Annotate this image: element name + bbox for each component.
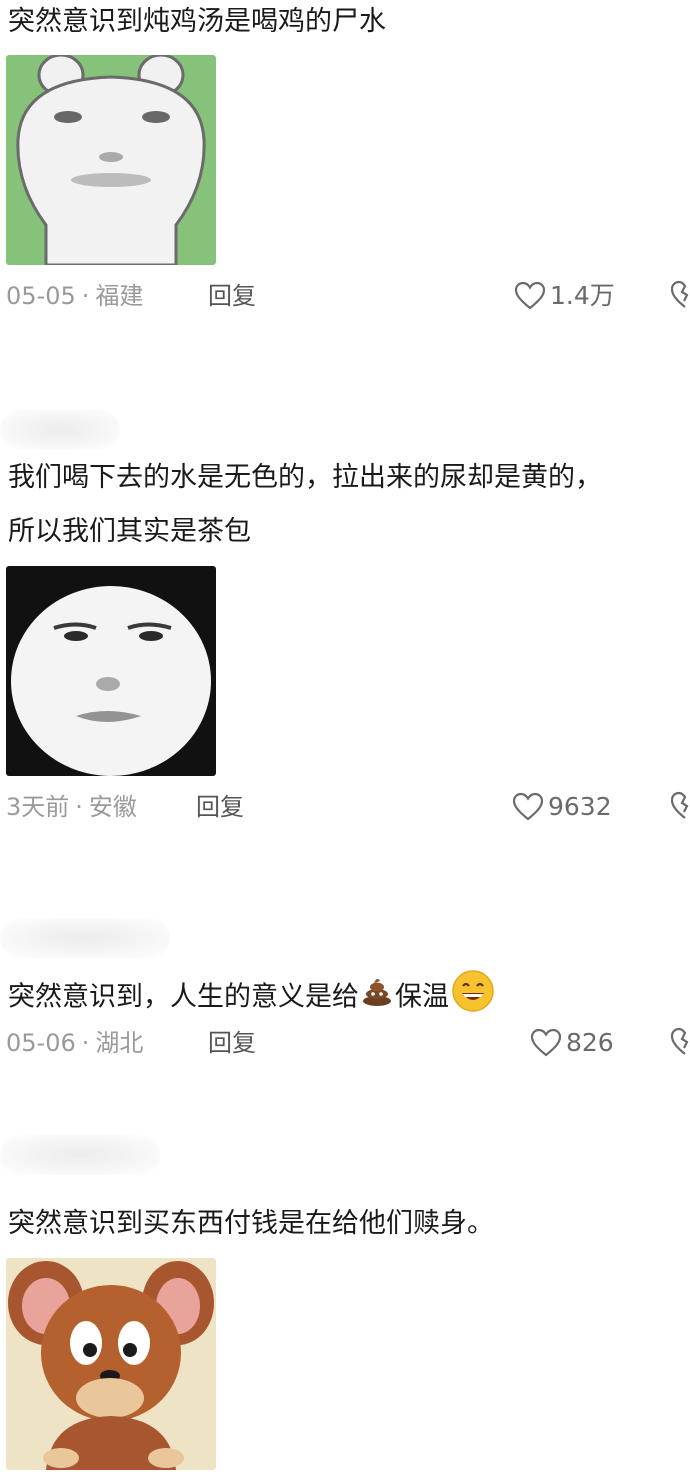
comment-text-line: 所以我们其实是茶包 <box>8 516 251 547</box>
comment-text: 突然意识到买东西付钱是在给他们赎身。 <box>8 1208 494 1239</box>
broken-heart-icon <box>670 280 689 308</box>
dislike-button[interactable] <box>670 791 690 831</box>
broken-heart-icon <box>670 791 689 819</box>
comment-sticker-image[interactable] <box>6 55 216 265</box>
grinning-emoji-icon <box>451 969 495 1027</box>
dislike-button[interactable] <box>670 280 690 320</box>
username-blurred[interactable] <box>0 1135 160 1175</box>
comment-meta: 05-05 · 福建 回复 1.4万 <box>6 278 690 314</box>
comment-sticker-image[interactable] <box>6 1258 216 1470</box>
comment-date: 3天前 <box>6 793 70 821</box>
comment-text: 突然意识到，人生的意义是给 保温 <box>8 969 690 1027</box>
comment-date-location: 3天前 · 安徽 <box>6 789 137 825</box>
meme-face-panda-sticker <box>6 566 216 776</box>
jerry-mouse-sticker <box>6 1258 216 1470</box>
comment-text-part: 保温 <box>395 981 449 1013</box>
heart-icon <box>514 281 546 310</box>
comment-text: 突然意识到炖鸡汤是喝鸡的尸水 <box>8 6 386 37</box>
reply-button[interactable]: 回复 <box>208 1025 256 1061</box>
username-blurred[interactable] <box>0 918 170 958</box>
like-button[interactable]: 1.4万 <box>514 278 615 314</box>
comment-meta: 05-06 · 湖北 回复 826 <box>6 1025 690 1061</box>
comment-feed: 突然意识到炖鸡汤是喝鸡的尸水 05-05 · 福建 回复 1.4万 我们喝下去的… <box>0 0 690 1484</box>
comment-location: 安徽 <box>88 793 137 821</box>
broken-heart-icon <box>670 1027 689 1055</box>
heart-icon <box>530 1028 562 1057</box>
like-count: 1.4万 <box>550 281 615 310</box>
comment-date-location: 05-06 · 湖北 <box>6 1025 143 1061</box>
comment-date: 05-05 <box>6 282 76 310</box>
poop-emoji-icon <box>361 975 393 1021</box>
reply-button[interactable]: 回复 <box>208 278 256 314</box>
comment-text-line: 我们喝下去的水是无色的，拉出来的尿却是黄的， <box>8 462 602 493</box>
comment-location: 湖北 <box>95 1029 144 1057</box>
heart-icon <box>512 792 544 821</box>
like-count: 826 <box>566 1028 614 1057</box>
comment-location: 福建 <box>95 282 144 310</box>
like-button[interactable]: 826 <box>530 1025 614 1061</box>
meta-separator: · <box>75 793 83 821</box>
comment-date: 05-06 <box>6 1029 76 1057</box>
like-button[interactable]: 9632 <box>512 789 612 825</box>
dislike-button[interactable] <box>670 1027 690 1067</box>
comment-meta: 3天前 · 安徽 回复 9632 <box>6 789 690 825</box>
username-blurred[interactable] <box>0 410 120 450</box>
like-count: 9632 <box>548 792 612 821</box>
meta-separator: · <box>81 282 90 310</box>
comment-text-part: 突然意识到，人生的意义是给 <box>8 981 359 1013</box>
meme-face-bear-sticker <box>6 55 216 265</box>
comment-date-location: 05-05 · 福建 <box>6 278 143 314</box>
comment-sticker-image[interactable] <box>6 566 216 776</box>
reply-button[interactable]: 回复 <box>196 789 244 825</box>
meta-separator: · <box>81 1029 90 1057</box>
